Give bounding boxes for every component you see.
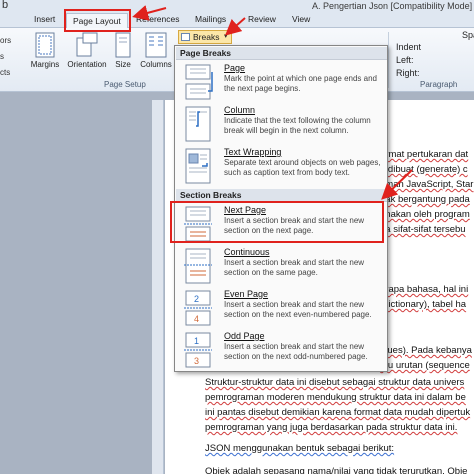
size-button[interactable]: Size bbox=[112, 32, 134, 69]
column-break-icon bbox=[185, 106, 211, 142]
indent-right-label: Right: bbox=[396, 68, 420, 78]
menu-item-title: Continuous bbox=[224, 247, 270, 257]
svg-text:4: 4 bbox=[194, 314, 199, 324]
page-break-icon bbox=[185, 64, 213, 100]
tab-review[interactable]: Review bbox=[248, 14, 276, 24]
page-setup-group-label: Page Setup bbox=[104, 80, 146, 89]
orientation-button[interactable]: Orientation bbox=[64, 32, 110, 69]
columns-label: Columns bbox=[140, 60, 172, 69]
orientation-icon bbox=[76, 32, 98, 57]
doc-line: erapa bahasa, hal ini bbox=[380, 284, 469, 295]
columns-icon bbox=[145, 32, 167, 58]
left-strip-item[interactable]: cts bbox=[0, 68, 10, 77]
odd-page-icon: 1 3 bbox=[184, 332, 212, 368]
doc-line: Objek adalah sepasang nama/nilai yang ti… bbox=[205, 466, 468, 474]
tab-references[interactable]: References bbox=[136, 14, 179, 24]
menu-item-continuous[interactable]: Continuous Insert a section break and st… bbox=[176, 246, 387, 288]
menu-item-odd-page[interactable]: 1 3 Odd Page Insert a section break and … bbox=[176, 330, 387, 372]
doc-line: unakan oleh program bbox=[380, 209, 470, 220]
doc-line: ormat pertukaran dat bbox=[380, 149, 469, 160]
doc-line: alues). Pada kebanya bbox=[380, 345, 472, 356]
orientation-label: Orientation bbox=[67, 60, 107, 69]
menu-item-desc: Insert a section break and start the new… bbox=[224, 300, 372, 319]
menu-item-desc: Insert a section break and start the new… bbox=[224, 342, 368, 361]
menu-item-column-break[interactable]: Column Indicate that the text following … bbox=[176, 104, 387, 146]
tab-insert[interactable]: Insert bbox=[34, 14, 55, 24]
doc-line: pemrograman moderen mendukung struktur d… bbox=[205, 392, 466, 403]
doc-line: Struktur-struktur data ini disebut sebag… bbox=[205, 377, 465, 388]
even-page-icon: 2 4 bbox=[184, 290, 212, 326]
tab-view[interactable]: View bbox=[292, 14, 310, 24]
doc-line: pemrograman yang juga berdasarkan pada s… bbox=[205, 422, 458, 433]
window-title: A. Pengertian Json [Compatibility Mode] … bbox=[312, 1, 474, 11]
svg-text:1: 1 bbox=[194, 336, 199, 346]
menu-item-title: Even Page bbox=[224, 289, 269, 299]
margins-label: Margins bbox=[30, 60, 60, 69]
menu-item-title: Odd Page bbox=[224, 331, 265, 341]
chevron-down-icon: ▾ bbox=[224, 33, 228, 40]
menu-item-desc: Insert a section break and start the new… bbox=[224, 258, 365, 277]
size-label: Size bbox=[115, 60, 131, 69]
vertical-ruler bbox=[152, 100, 164, 474]
left-strip-item[interactable]: ors bbox=[0, 36, 11, 45]
menu-section-header: Page Breaks bbox=[176, 47, 387, 60]
app-icon: b bbox=[2, 0, 9, 11]
group-separator bbox=[388, 32, 389, 88]
margins-button[interactable]: Margins bbox=[28, 32, 62, 69]
svg-text:2: 2 bbox=[194, 294, 199, 304]
indent-label: Indent bbox=[396, 42, 422, 52]
breaks-icon bbox=[181, 33, 190, 41]
continuous-break-icon bbox=[184, 248, 212, 284]
tab-mailings[interactable]: Mailings bbox=[195, 14, 226, 24]
spacing-label: Spa bbox=[462, 30, 474, 40]
doc-line: n dibuat (generate) c bbox=[380, 164, 468, 175]
columns-button[interactable]: Columns bbox=[138, 32, 174, 69]
breaks-label: Breaks bbox=[193, 32, 220, 42]
doc-line: tau urutan (sequence bbox=[380, 360, 470, 371]
left-ribbon-strip: ors s cts bbox=[0, 28, 12, 92]
breaks-button[interactable]: Breaks ▾ bbox=[178, 30, 232, 44]
menu-item-title: Page bbox=[224, 63, 246, 73]
svg-text:3: 3 bbox=[194, 356, 199, 366]
menu-item-desc: Separate text around objects on web page… bbox=[224, 158, 381, 177]
menu-item-even-page[interactable]: 2 4 Even Page Insert a section break and… bbox=[176, 288, 387, 330]
doc-line: na sifat-sifat tersebu bbox=[380, 224, 466, 235]
doc-line: ini pantas disebut demikian karena forma… bbox=[205, 407, 471, 418]
margins-icon bbox=[35, 32, 55, 58]
menu-item-desc: Mark the point at which one page ends an… bbox=[224, 74, 377, 93]
left-strip-item[interactable]: s bbox=[0, 52, 4, 61]
next-page-highlight-box bbox=[170, 201, 384, 243]
paragraph-group-label: Paragraph bbox=[420, 80, 458, 89]
menu-item-text-wrapping[interactable]: Text Wrapping Separate text around objec… bbox=[176, 146, 387, 188]
doc-line: aman JavaScript, Star bbox=[380, 179, 474, 190]
text-wrapping-icon bbox=[185, 148, 211, 184]
doc-line: dak bergantung pada bbox=[380, 194, 470, 205]
page-layout-highlight-box bbox=[64, 9, 131, 32]
menu-item-desc: Indicate that the text following the col… bbox=[224, 116, 371, 135]
doc-line: (dictionary), tabel ha bbox=[380, 299, 467, 310]
menu-item-title: Text Wrapping bbox=[224, 147, 282, 157]
indent-left-label: Left: bbox=[396, 55, 414, 65]
menu-item-page-break[interactable]: Page Mark the point at which one page en… bbox=[176, 62, 387, 106]
menu-item-title: Column bbox=[224, 105, 256, 115]
doc-line: JSON menggunakan bentuk sebagai berikut: bbox=[205, 443, 395, 454]
page-size-icon bbox=[115, 32, 131, 58]
